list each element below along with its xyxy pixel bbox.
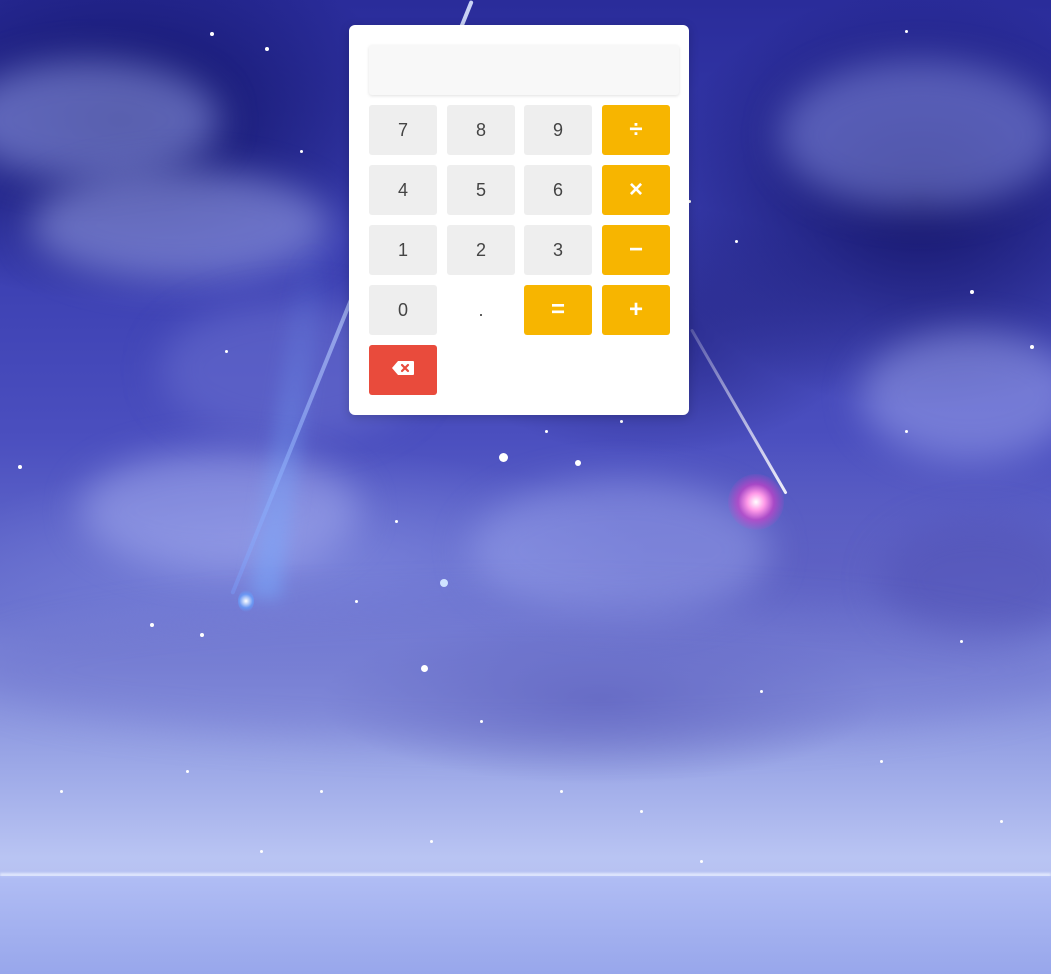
- star: [395, 520, 398, 523]
- cloud: [0, 60, 220, 180]
- star: [575, 460, 581, 466]
- star: [760, 690, 763, 693]
- star: [225, 350, 228, 353]
- subtract-button[interactable]: −: [602, 225, 670, 275]
- star: [1000, 820, 1003, 823]
- star: [905, 30, 908, 33]
- star: [200, 633, 204, 637]
- equals-button[interactable]: =: [524, 285, 592, 335]
- add-button[interactable]: +: [602, 285, 670, 335]
- star: [355, 600, 358, 603]
- cloud: [80, 450, 360, 570]
- decimal-button[interactable]: .: [447, 285, 515, 335]
- star: [640, 810, 643, 813]
- key-8[interactable]: 8: [447, 105, 515, 155]
- star: [735, 240, 738, 243]
- multiply-button[interactable]: ×: [602, 165, 670, 215]
- star: [430, 840, 433, 843]
- key-2[interactable]: 2: [447, 225, 515, 275]
- star: [260, 850, 263, 853]
- key-5[interactable]: 5: [447, 165, 515, 215]
- key-0[interactable]: 0: [369, 285, 437, 335]
- star: [880, 760, 883, 763]
- comet-head: [238, 590, 254, 612]
- cloud: [860, 330, 1051, 460]
- star: [18, 465, 22, 469]
- cloud: [780, 60, 1051, 210]
- star: [700, 860, 703, 863]
- comet-head: [728, 474, 784, 530]
- star: [1030, 345, 1034, 349]
- star: [560, 790, 563, 793]
- backspace-button[interactable]: [369, 345, 437, 395]
- key-4[interactable]: 4: [369, 165, 437, 215]
- star: [480, 720, 483, 723]
- key-6[interactable]: 6: [524, 165, 592, 215]
- cloud: [30, 170, 330, 280]
- comet-tail: [690, 328, 788, 495]
- star: [960, 640, 963, 643]
- calculator-panel: 7 8 9 ÷ 4 5 6 × 1 2 3 − 0 . = +: [349, 25, 689, 415]
- key-3[interactable]: 3: [524, 225, 592, 275]
- key-1[interactable]: 1: [369, 225, 437, 275]
- sea: [0, 876, 1051, 974]
- star: [545, 430, 548, 433]
- cloud: [470, 480, 770, 620]
- star: [150, 623, 154, 627]
- star: [186, 770, 189, 773]
- star: [440, 579, 448, 587]
- divide-button[interactable]: ÷: [602, 105, 670, 155]
- star: [210, 32, 214, 36]
- star: [620, 420, 623, 423]
- cloud: [0, 600, 1051, 740]
- star: [300, 150, 303, 153]
- star: [265, 47, 269, 51]
- key-9[interactable]: 9: [524, 105, 592, 155]
- key-7[interactable]: 7: [369, 105, 437, 155]
- star: [970, 290, 974, 294]
- star: [60, 790, 63, 793]
- star: [320, 790, 323, 793]
- star: [421, 665, 428, 672]
- star: [499, 453, 508, 462]
- star: [905, 430, 908, 433]
- backspace-icon: [391, 360, 415, 381]
- calculator-display[interactable]: [369, 45, 679, 95]
